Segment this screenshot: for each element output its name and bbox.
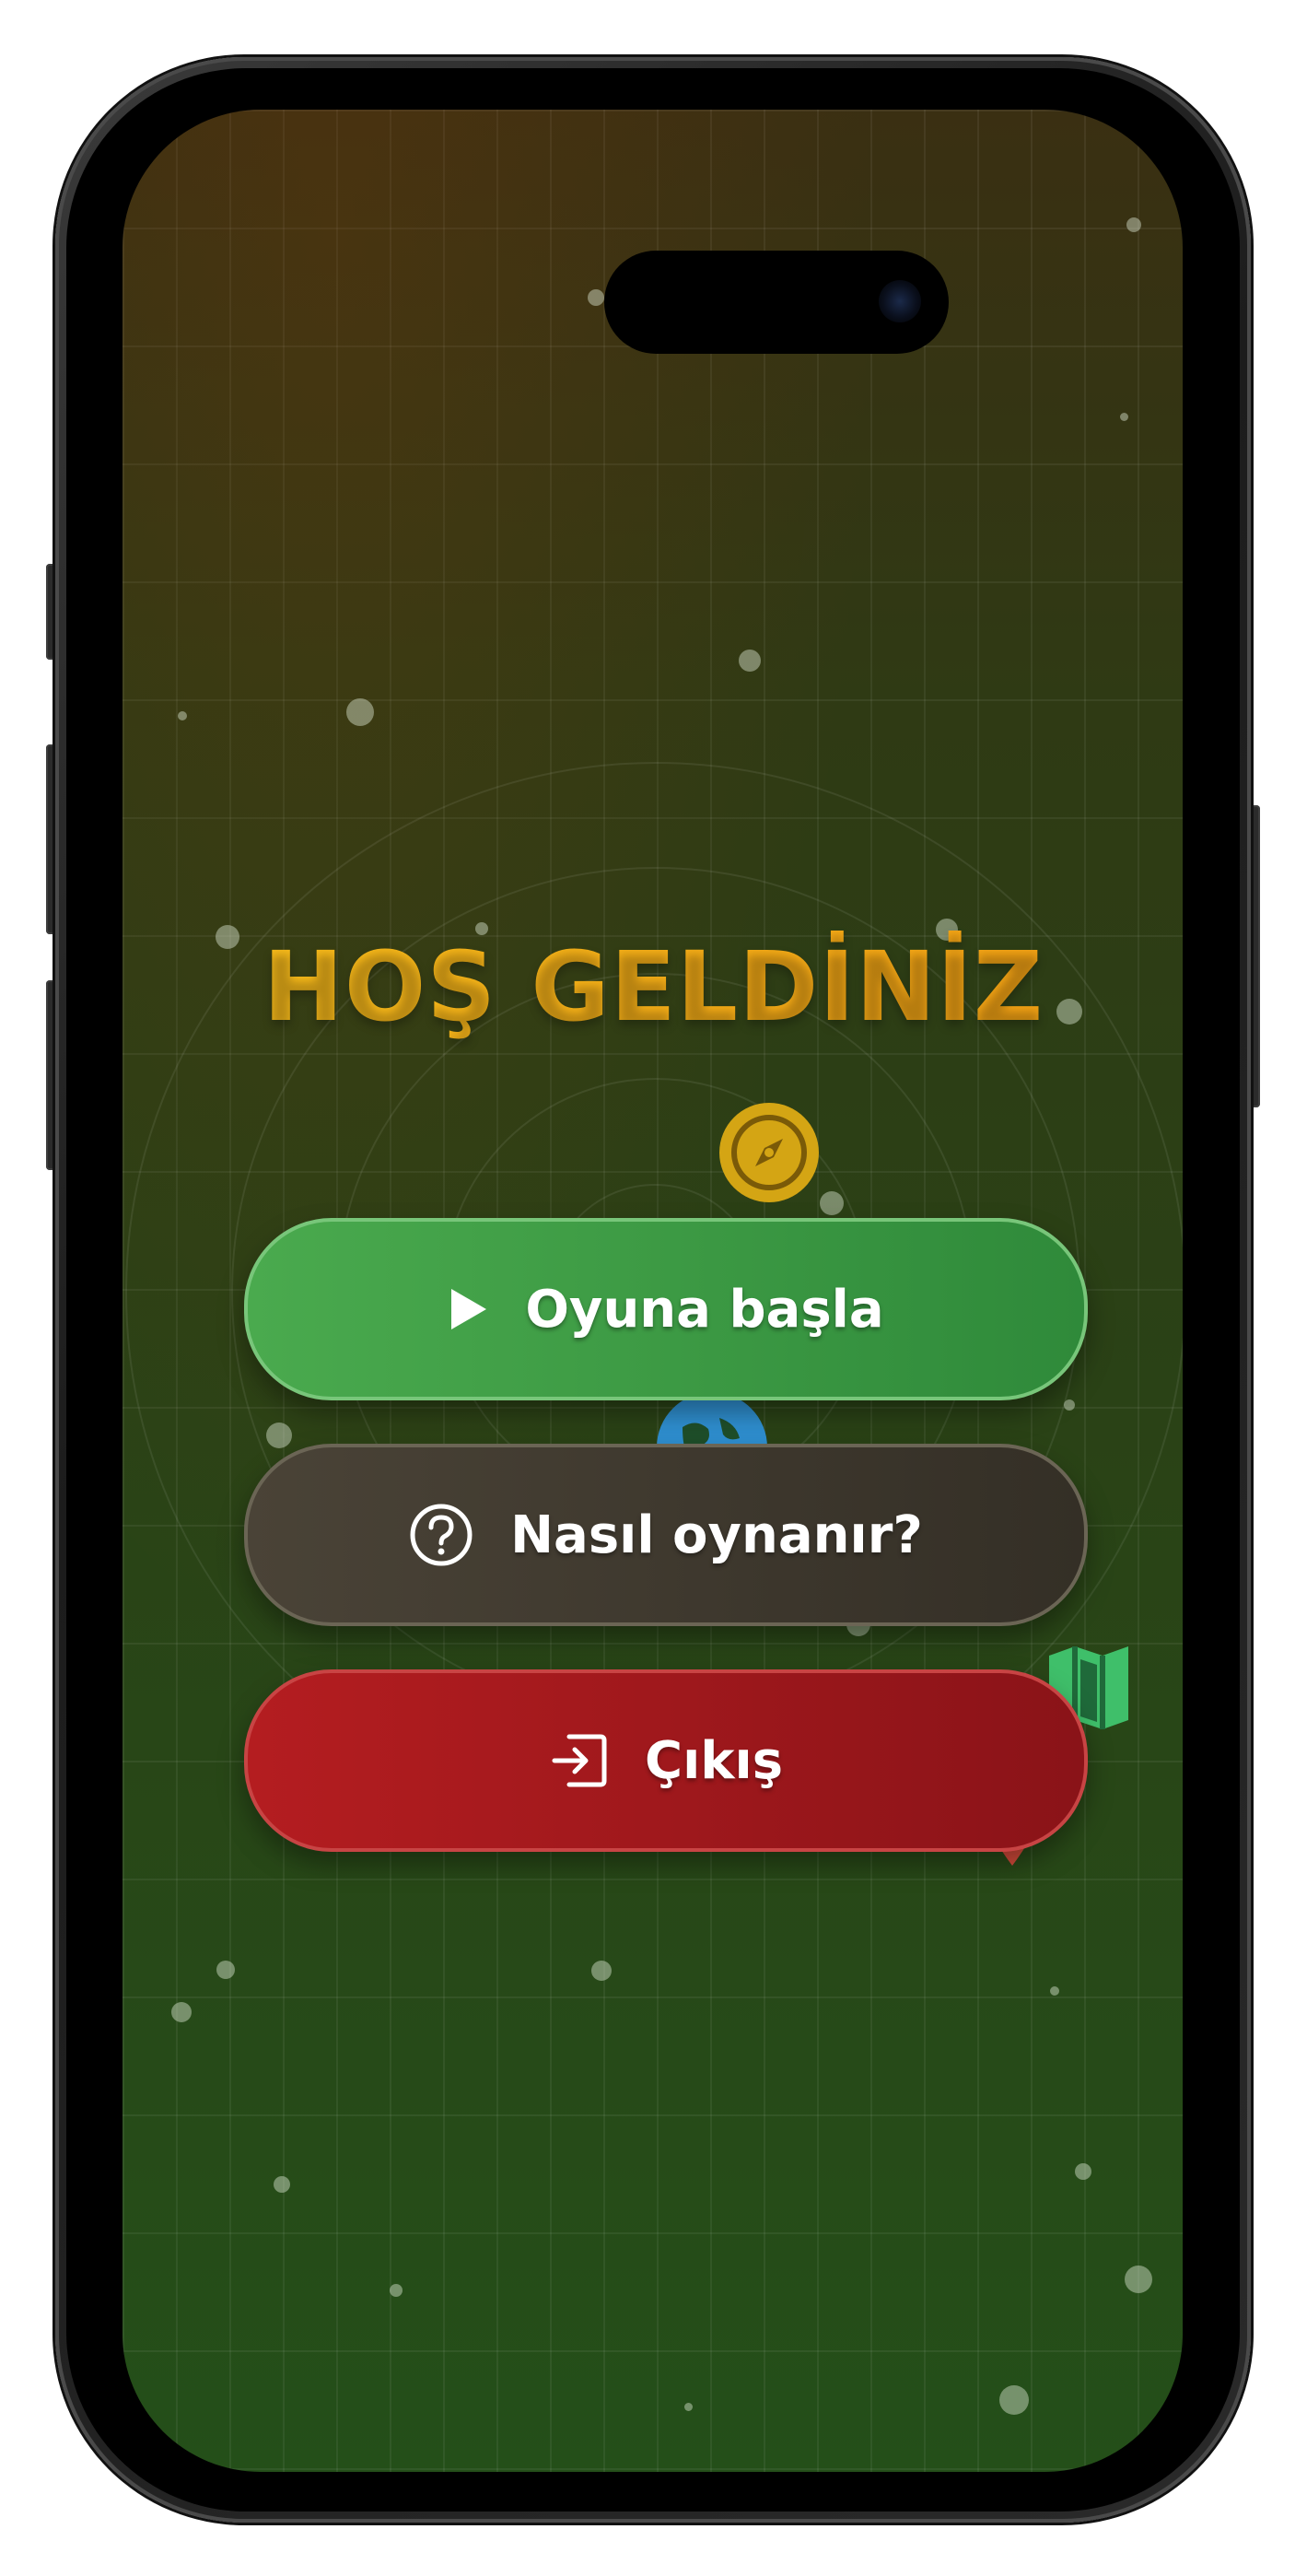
particle <box>171 2002 192 2022</box>
particle <box>820 1191 844 1215</box>
particle <box>274 2176 290 2193</box>
welcome-title: HOŞ GELDİNİZ <box>0 931 1307 1043</box>
particle <box>739 650 761 672</box>
compass-icon <box>718 1102 820 1203</box>
start-game-button[interactable]: Oyuna başla <box>244 1218 1088 1400</box>
particle <box>216 1961 235 1979</box>
start-game-label: Oyuna başla <box>525 1279 884 1340</box>
particle <box>1125 2266 1152 2293</box>
particle <box>1064 1399 1075 1411</box>
exit-label: Çıkış <box>644 1730 784 1791</box>
particle <box>346 698 374 726</box>
particle <box>684 2403 693 2411</box>
particle <box>588 289 604 306</box>
play-icon <box>448 1287 488 1331</box>
particle <box>999 2385 1029 2415</box>
particle <box>266 1423 292 1448</box>
dynamic-island <box>604 251 949 354</box>
exit-button[interactable]: Çıkış <box>244 1669 1088 1852</box>
camera-icon <box>879 280 921 322</box>
how-to-play-button[interactable]: Nasıl oynanır? <box>244 1444 1088 1626</box>
question-circle-icon <box>409 1503 473 1567</box>
device-mockup: HOŞ GELDİNİZ Oyuna başla Nasıl oynanır? … <box>0 0 1307 2576</box>
particle <box>1120 413 1128 421</box>
particle <box>178 711 187 720</box>
particle <box>591 1961 612 1981</box>
particle <box>390 2284 403 2297</box>
particle <box>1075 2163 1091 2180</box>
particle <box>1126 217 1141 232</box>
particle <box>1050 1986 1059 1996</box>
how-to-play-label: Nasıl oynanır? <box>510 1505 923 1565</box>
exit-icon <box>549 1731 608 1790</box>
